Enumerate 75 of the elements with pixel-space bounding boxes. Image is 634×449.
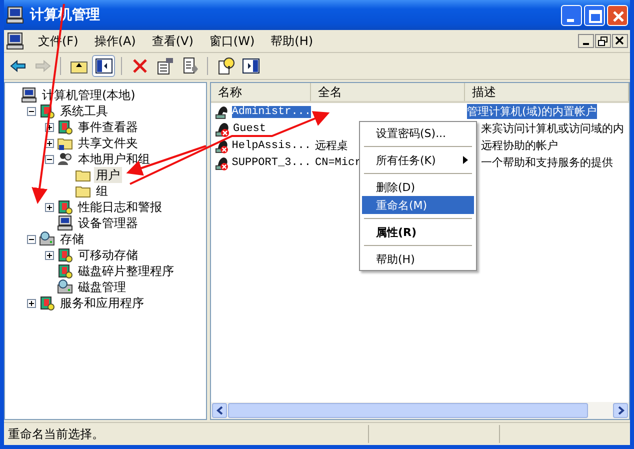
tree-item[interactable]: 事件查看器 (76, 119, 140, 135)
tool-icon (57, 119, 73, 135)
description: 一个帮助和支持服务的提供 (481, 155, 613, 170)
tree-item[interactable]: 服务和应用程序 (58, 295, 146, 311)
tool-icon (39, 103, 55, 119)
tree-pane-icon (94, 57, 112, 75)
status-text: 重命名当前选择。 (7, 426, 105, 442)
scroll-left-button[interactable] (212, 403, 227, 418)
menu-item[interactable]: 删除(D) (362, 178, 474, 196)
minimize-button[interactable] (578, 34, 594, 48)
submenu-arrow-icon (463, 156, 468, 164)
close-icon (614, 36, 626, 46)
tree-item[interactable]: 性能日志和警报 (76, 199, 164, 215)
menu-item[interactable]: 操作(A) (86, 32, 144, 50)
collapse-icon[interactable] (45, 154, 54, 164)
full-name: 远程桌 (315, 138, 348, 153)
column-header[interactable]: 描述 (465, 83, 629, 101)
tree-item[interactable]: 设备管理器 (76, 215, 140, 231)
horizontal-scrollbar[interactable] (211, 402, 629, 419)
minimize-icon (567, 18, 574, 22)
menu-item[interactable]: 帮助(H) (362, 250, 474, 268)
expand-icon[interactable] (45, 202, 54, 212)
tree-item[interactable]: 磁盘管理 (76, 279, 128, 295)
tree-item[interactable]: 用户 (94, 167, 122, 183)
menu-item[interactable]: 设置密码(S)... (362, 124, 474, 142)
computer-icon (6, 32, 24, 50)
users-icon (57, 151, 73, 167)
drive-icon (57, 279, 73, 295)
scroll-right-button[interactable] (613, 403, 628, 418)
computer-icon (21, 87, 37, 103)
computer-icon (57, 215, 73, 231)
properties-icon (156, 57, 174, 75)
tree-item[interactable]: 共享文件夹 (76, 135, 140, 151)
tree-item[interactable]: 系统工具 (58, 103, 110, 119)
description: 远程协助的帐户 (481, 138, 558, 153)
tree-item[interactable]: 本地用户和组 (76, 151, 152, 167)
menu-item[interactable]: 窗口(W) (201, 32, 263, 50)
expand-icon[interactable] (45, 250, 54, 260)
maximize-button[interactable] (584, 4, 605, 26)
back-arrow-icon (8, 57, 26, 75)
column-header[interactable]: 名称 (211, 83, 311, 101)
menu-item[interactable]: 重命名(M) (362, 196, 474, 214)
restore-icon (597, 36, 609, 46)
collapse-icon[interactable] (27, 234, 36, 244)
scrollbar-thumb[interactable] (228, 403, 588, 418)
tree-item[interactable]: 组 (94, 183, 110, 199)
toolbar-button[interactable] (92, 55, 115, 77)
tree-item[interactable]: 存储 (58, 231, 86, 247)
account-name[interactable]: Administr... (232, 106, 311, 118)
minimize-icon (583, 43, 589, 45)
computer-icon (6, 6, 24, 24)
tree-item[interactable]: 可移动存储 (76, 247, 140, 263)
menu-item[interactable]: 查看(V) (144, 32, 202, 50)
restore-button[interactable] (595, 34, 611, 48)
tool-icon (57, 263, 73, 279)
menu-item[interactable]: 帮助(H) (262, 32, 322, 50)
tree-item[interactable]: 磁盘碎片整理程序 (76, 263, 176, 279)
help-icon (216, 57, 234, 75)
tool-icon (57, 199, 73, 215)
collapse-icon[interactable] (27, 106, 36, 116)
forward-arrow-icon (34, 57, 52, 75)
menu-item[interactable]: 属性(R) (362, 223, 474, 241)
drive-icon (39, 231, 55, 247)
export-list-icon (180, 57, 198, 75)
description: 管理计算机(域)的内置帐户 (467, 104, 597, 119)
delete-icon (130, 57, 148, 75)
pane-icon (242, 57, 260, 75)
tool-icon (57, 247, 73, 263)
expand-icon[interactable] (27, 298, 36, 308)
close-button[interactable] (612, 34, 628, 48)
full-name: CN=Micr (315, 156, 362, 168)
description: 来宾访问计算机或访问域的内 (481, 121, 624, 136)
menu-item[interactable]: 所有任务(K) (362, 151, 474, 169)
column-header[interactable]: 全名 (311, 83, 465, 101)
tool-icon (39, 295, 55, 311)
